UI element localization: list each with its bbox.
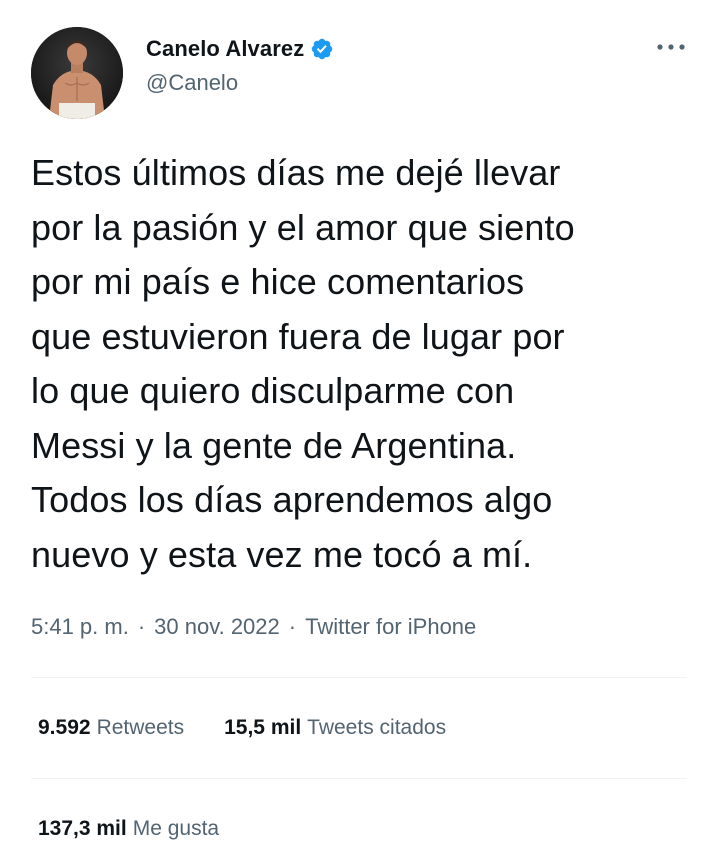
tweet-text: Estos últimos días me dejé llevar por la… bbox=[31, 152, 575, 575]
divider bbox=[31, 778, 687, 779]
engagement-stats-row: 9.592 Retweets 15,5 mil Tweets citados bbox=[38, 716, 446, 740]
tweet-date[interactable]: 30 nov. 2022 bbox=[154, 614, 280, 640]
likes-label: Me gusta bbox=[132, 817, 220, 840]
author-info: Canelo Alvarez @Canelo bbox=[146, 34, 334, 96]
tweet-metadata: 5:41 p. m. · 30 nov. 2022 · Twitter for … bbox=[31, 614, 476, 640]
author-name-row: Canelo Alvarez bbox=[146, 34, 334, 64]
divider bbox=[31, 677, 687, 678]
retweets-count: 9.592 bbox=[38, 716, 91, 739]
more-options-icon[interactable] bbox=[654, 36, 688, 58]
author-avatar[interactable] bbox=[31, 27, 123, 119]
avatar-photo bbox=[31, 27, 123, 119]
tweet-time[interactable]: 5:41 p. m. bbox=[31, 614, 129, 640]
meta-separator: · bbox=[288, 614, 297, 639]
tweet-card: Canelo Alvarez @Canelo Estos últimos día… bbox=[0, 0, 719, 863]
verified-badge-icon bbox=[310, 37, 334, 61]
likes-stat[interactable]: 137,3 mil Me gusta bbox=[38, 817, 219, 841]
retweets-stat[interactable]: 9.592 Retweets bbox=[38, 716, 184, 740]
author-display-name[interactable]: Canelo Alvarez bbox=[146, 36, 304, 62]
quote-tweets-count: 15,5 mil bbox=[224, 716, 302, 739]
retweets-label: Retweets bbox=[96, 716, 185, 739]
meta-separator: · bbox=[137, 614, 146, 639]
likes-count: 137,3 mil bbox=[38, 817, 127, 840]
author-handle[interactable]: @Canelo bbox=[146, 70, 334, 96]
quote-tweets-label: Tweets citados bbox=[307, 716, 447, 739]
tweet-source-link[interactable]: Twitter for iPhone bbox=[305, 614, 476, 640]
quote-tweets-stat[interactable]: 15,5 mil Tweets citados bbox=[224, 716, 446, 740]
likes-stats-row: 137,3 mil Me gusta bbox=[38, 817, 219, 841]
